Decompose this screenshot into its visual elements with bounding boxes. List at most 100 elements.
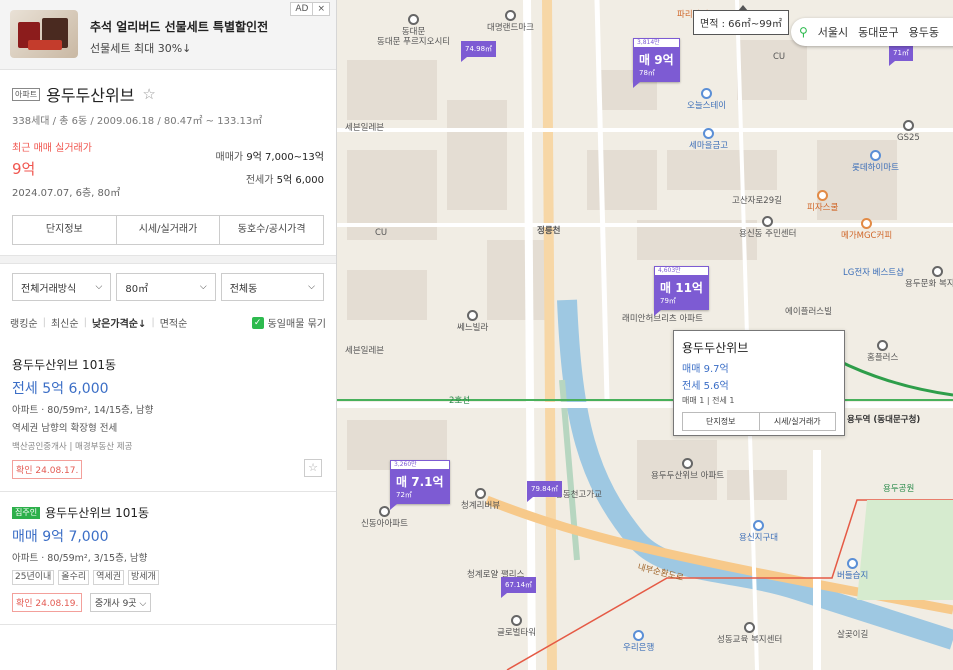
poi-label: GS25 (897, 120, 920, 143)
poi-label: 신동아아파트 (361, 506, 408, 529)
poi-label: 용신동 주민센터 (739, 216, 796, 239)
poi-label: 청계리버뷰 (461, 488, 500, 511)
poi-label: 피자스쿨 (807, 190, 838, 213)
favorite-star-icon[interactable]: ☆ (142, 85, 155, 103)
sort-ranking[interactable]: 랭킹순 (10, 315, 38, 330)
trade-type-select[interactable]: 전체거래방식 ⌵ (12, 273, 112, 301)
dedupe-toggle[interactable]: ✓ 동일매물 묶기 (251, 315, 326, 330)
recent-trade-date: 2024.07.07, 6층, 80㎡ (12, 188, 121, 199)
price-marker[interactable]: 3,814만 매 9억 78㎡ (633, 38, 680, 88)
price-marker[interactable]: 3,260만 매 7.1억 72㎡ (390, 460, 450, 510)
checkbox-checked-icon[interactable]: ✓ (251, 316, 264, 329)
poi-label: 용두문화 복지센터 (905, 266, 953, 289)
jeonse-price: 전세가 5억 6,000 (245, 175, 324, 186)
map-view[interactable]: 동대문동대문 푸르지오시티 대명랜드마크 파리바게뜨 세븐일레븐 오늘스테이 세… (337, 0, 953, 670)
listing-desc: 역세권 남향의 확장형 전세 (12, 423, 118, 434)
tab-complex-info[interactable]: 단지정보 (13, 216, 116, 244)
breadcrumb-district[interactable]: 동대문구 (858, 24, 898, 40)
popup-title: 용두두산위브 (682, 341, 749, 355)
ad-title: 추석 얼리버드 선물세트 특별할인전 (90, 20, 269, 34)
confirmed-date-badge: 확인 24.08.17. (12, 460, 83, 479)
section-divider (0, 255, 336, 264)
popup-sale-price: 매매 9.7억 (682, 364, 729, 375)
poi-label: 용두두산위브 아파트 (651, 458, 724, 481)
poi-label: 용두공원 (883, 484, 915, 494)
listing-title: 용두두산위브 101동 (12, 358, 116, 372)
area-filter-tooltip: 면적 : 66㎡~99㎡ (693, 5, 789, 35)
popup-complex-info-button[interactable]: 단지정보 (683, 413, 759, 430)
listing-price: 전세 5억 6,000 (12, 381, 109, 397)
poi-label: 글로벌타워 (497, 615, 536, 638)
confirmed-date-badge: 확인 24.08.19. (12, 593, 83, 612)
poi-label: 세마을금고 (689, 128, 728, 151)
chevron-down-icon: ⌵ (95, 282, 103, 292)
poi-label: 용신지구대 (739, 520, 778, 543)
listing-tags: 25년이내 올수리 역세권 방세개 (12, 570, 324, 585)
poi-label: 쎄느빌라 (457, 310, 488, 333)
sale-price-range: 매매가 9억 7,000~13억 (215, 152, 324, 163)
chevron-down-icon: ⌵ (199, 282, 207, 292)
building-select[interactable]: 전체동 ⌵ (220, 273, 324, 301)
location-breadcrumb[interactable]: ⚲ 서울시 동대문구 용두동 (791, 18, 953, 46)
price-marker[interactable]: 4,603만 매 11억 79㎡ (654, 266, 709, 316)
complex-tabs: 단지정보 시세/실거래가 동호수/공시가격 (12, 215, 324, 245)
mini-marker[interactable]: 71㎡ (889, 45, 913, 66)
sort-area[interactable]: 면적순 (160, 315, 188, 330)
poi-label: 용두역 (동대문구청) (847, 415, 921, 425)
ad-subtitle: 선물세트 최대 30%↓ (90, 42, 192, 55)
sort-low-price[interactable]: 낮은가격순↓ (92, 315, 146, 330)
mini-marker[interactable]: 74.98㎡ (461, 41, 497, 62)
poi-label: 대명랜드마크 (487, 10, 534, 33)
listing-title: 용두두산위브 101동 (45, 506, 150, 520)
recent-trade-price: 9억 (12, 160, 36, 178)
poi-label: 정릉천 (537, 226, 561, 236)
poi-label: 세븐일레븐 (345, 346, 385, 356)
popup-counts: 매매 1 | 전세 1 (682, 396, 735, 405)
mini-marker[interactable]: 67.14㎡ (501, 577, 537, 598)
complex-popup[interactable]: 용두두산위브 매매 9.7억 전세 5.6억 매매 1 | 전세 1 단지정보 … (673, 330, 845, 436)
poi-label: 에이플러스빌 (785, 307, 832, 317)
listing-spec: 아파트 · 80/59m², 3/15층, 남향 (12, 553, 148, 564)
listing-tag: 25년이내 (12, 570, 55, 585)
breadcrumb-dong[interactable]: 용두동 (909, 24, 939, 40)
tab-unit-public-price[interactable]: 동호수/공시가격 (219, 216, 323, 244)
listing-price: 매매 9억 7,000 (12, 529, 109, 545)
poi-label: 롯데하이마트 (852, 150, 899, 173)
poi-label: 홈플러스 (867, 340, 898, 363)
area-select[interactable]: 80㎡ ⌵ (116, 273, 216, 301)
favorite-star-icon[interactable]: ☆ (304, 459, 322, 477)
complex-meta: 338세대 / 총 6동 / 2009.06.18 / 80.47㎡ ~ 133… (12, 116, 263, 127)
sort-bar: 랭킹순 | 최신순 | 낮은가격순↓ | 면적순 ✓ 동일매물 묶기 (10, 315, 326, 330)
listing-agent: 백산공인중개사 | 매경부동산 제공 (12, 442, 133, 452)
owner-badge: 집주인 (12, 506, 41, 519)
complex-summary: 아파트 용두두산위브 ☆ 338세대 / 총 6동 / 2009.06.18 /… (0, 70, 336, 245)
poi-label: CU (773, 52, 786, 62)
ad-tag: AD × (290, 2, 330, 16)
listing-item[interactable]: 용두두산위브 101동 전세 5억 6,000 아파트 · 80/59m², 1… (0, 344, 336, 492)
listing-spec: 아파트 · 80/59m², 14/15층, 남향 (12, 405, 154, 416)
complex-name: 용두두산위브 (46, 86, 135, 105)
listing-tag: 역세권 (93, 570, 124, 585)
poi-label: CU (375, 228, 388, 238)
agents-dropdown-button[interactable]: 중개사 9곳 ⌵ (89, 593, 152, 612)
mini-marker[interactable]: 79.84㎡ (527, 481, 563, 502)
listing-tag: 올수리 (58, 570, 90, 585)
popup-price-button[interactable]: 시세/실거래가 (758, 413, 836, 430)
poi-label: 우리은행 (623, 630, 654, 653)
poi-label: 래미안허브리츠 아파트 (622, 314, 703, 324)
ad-banner[interactable]: 추석 얼리버드 선물세트 특별할인전 선물세트 최대 30%↓ AD × (0, 0, 336, 70)
sort-latest[interactable]: 최신순 (51, 315, 79, 330)
poi-label: LG전자 베스트샵 (843, 268, 904, 278)
chevron-down-icon: ⌵ (308, 282, 315, 292)
recent-trade-label: 최근 매매 실거래가 (12, 143, 92, 154)
ad-close-icon[interactable]: × (312, 3, 329, 15)
breadcrumb-city[interactable]: 서울시 (818, 24, 848, 40)
listing-item[interactable]: 집주인 용두두산위브 101동 매매 9억 7,000 아파트 · 80/59m… (0, 492, 336, 625)
poi-label: 오늘스테이 (687, 88, 726, 111)
ad-thumbnail (10, 10, 78, 58)
tab-price-history[interactable]: 시세/실거래가 (115, 216, 220, 244)
poi-label: 성동교육 복지센터 (717, 622, 782, 645)
poi-label: 세븐일레븐 (345, 123, 385, 133)
poi-label: 고산자로29길 (732, 196, 782, 206)
listing-sidebar: 추석 얼리버드 선물세트 특별할인전 선물세트 최대 30%↓ AD × 아파트… (0, 0, 337, 670)
